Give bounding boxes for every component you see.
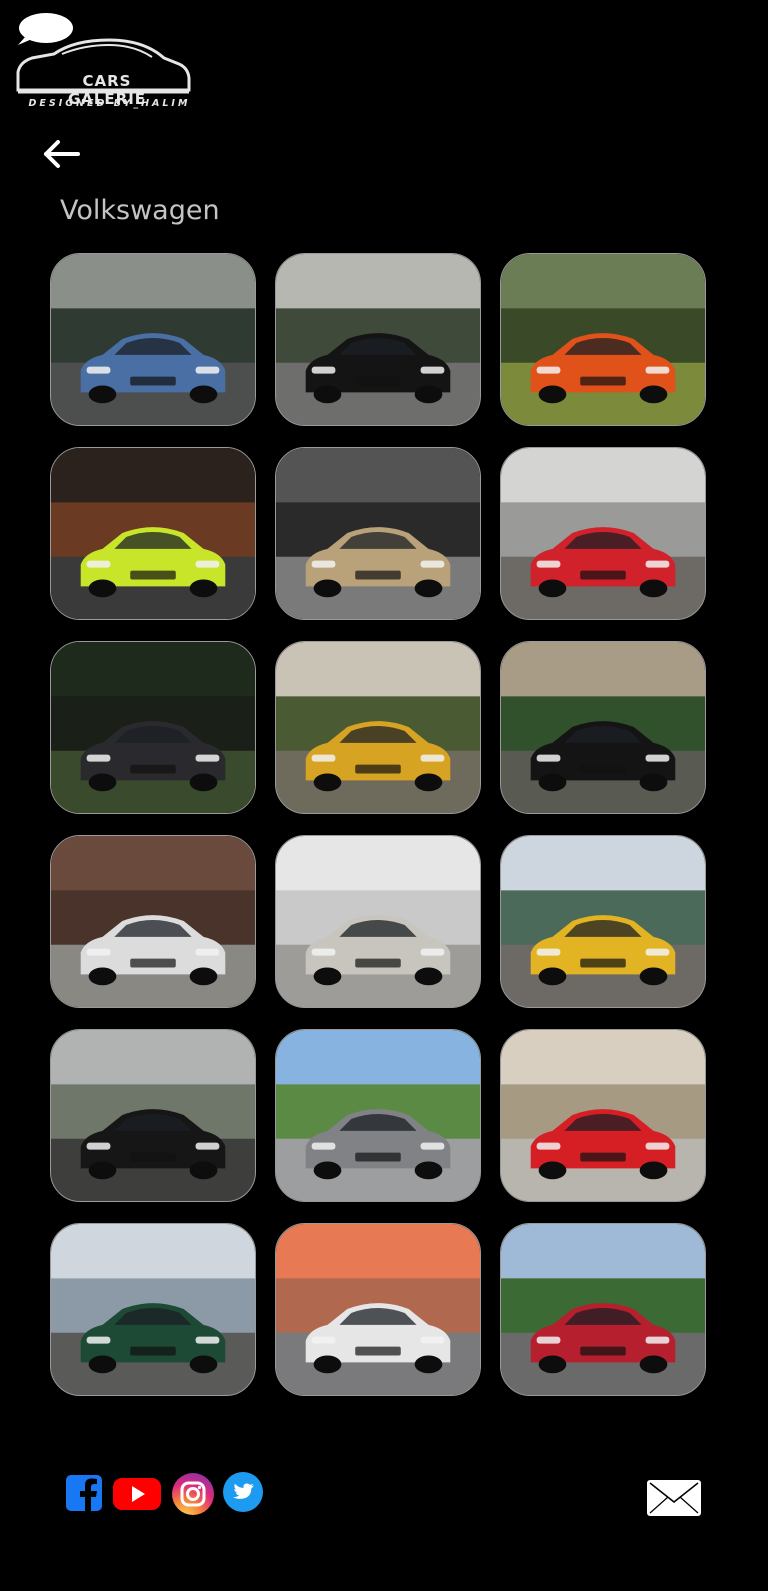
- car-photo-image: [51, 836, 255, 1007]
- car-photo-10[interactable]: [50, 835, 256, 1008]
- logo-speech-bubble: [18, 13, 73, 45]
- car-photo-image: [276, 836, 480, 1007]
- twitter-icon: [223, 1472, 263, 1512]
- car-photo-16[interactable]: [50, 1223, 256, 1396]
- car-photo-image: [276, 1224, 480, 1395]
- car-photo-image: [51, 1224, 255, 1395]
- youtube-button[interactable]: [112, 1473, 162, 1513]
- car-photo-5[interactable]: [275, 447, 481, 620]
- instagram-button[interactable]: [171, 1472, 215, 1515]
- car-photo-image: [51, 642, 255, 813]
- app-logo: PICK ONE CARS GALERIE DESIGNED BY_HALIM: [14, 12, 194, 112]
- car-photo-2[interactable]: [275, 253, 481, 426]
- car-photo-1[interactable]: [50, 253, 256, 426]
- car-photo-12[interactable]: [500, 835, 706, 1008]
- car-photo-image: [501, 448, 705, 619]
- car-photo-18[interactable]: [500, 1223, 706, 1396]
- car-photo-7[interactable]: [50, 641, 256, 814]
- car-photo-3[interactable]: [500, 253, 706, 426]
- car-photo-image: [501, 1030, 705, 1201]
- car-photo-9[interactable]: [500, 641, 706, 814]
- car-photo-image: [501, 642, 705, 813]
- logo-bubble-text: PICK ONE: [148, 24, 176, 46]
- youtube-icon: [113, 1478, 161, 1510]
- facebook-button[interactable]: [64, 1473, 104, 1513]
- car-photo-image: [51, 448, 255, 619]
- car-photo-image: [501, 836, 705, 1007]
- car-photo-image: [51, 254, 255, 425]
- car-photo-11[interactable]: [275, 835, 481, 1008]
- logo-designer-text: DESIGNED BY_HALIM: [28, 98, 191, 109]
- car-photo-8[interactable]: [275, 641, 481, 814]
- arrow-left-icon: [44, 140, 80, 168]
- car-photo-image: [276, 448, 480, 619]
- instagram-icon: [172, 1473, 214, 1515]
- car-photo-image: [276, 1030, 480, 1201]
- car-photo-15[interactable]: [500, 1029, 706, 1202]
- twitter-button[interactable]: [223, 1472, 263, 1512]
- mail-icon: [647, 1480, 701, 1516]
- car-photo-image: [51, 1030, 255, 1201]
- car-photo-image: [276, 642, 480, 813]
- mail-button[interactable]: [646, 1478, 702, 1518]
- car-photo-image: [501, 254, 705, 425]
- car-photo-4[interactable]: [50, 447, 256, 620]
- page-title: Volkswagen: [60, 195, 220, 226]
- back-button[interactable]: [40, 137, 84, 171]
- car-photo-17[interactable]: [275, 1223, 481, 1396]
- car-photo-6[interactable]: [500, 447, 706, 620]
- car-photo-image: [501, 1224, 705, 1395]
- car-photo-13[interactable]: [50, 1029, 256, 1202]
- car-photo-image: [276, 254, 480, 425]
- car-photo-14[interactable]: [275, 1029, 481, 1202]
- facebook-icon: [66, 1475, 102, 1511]
